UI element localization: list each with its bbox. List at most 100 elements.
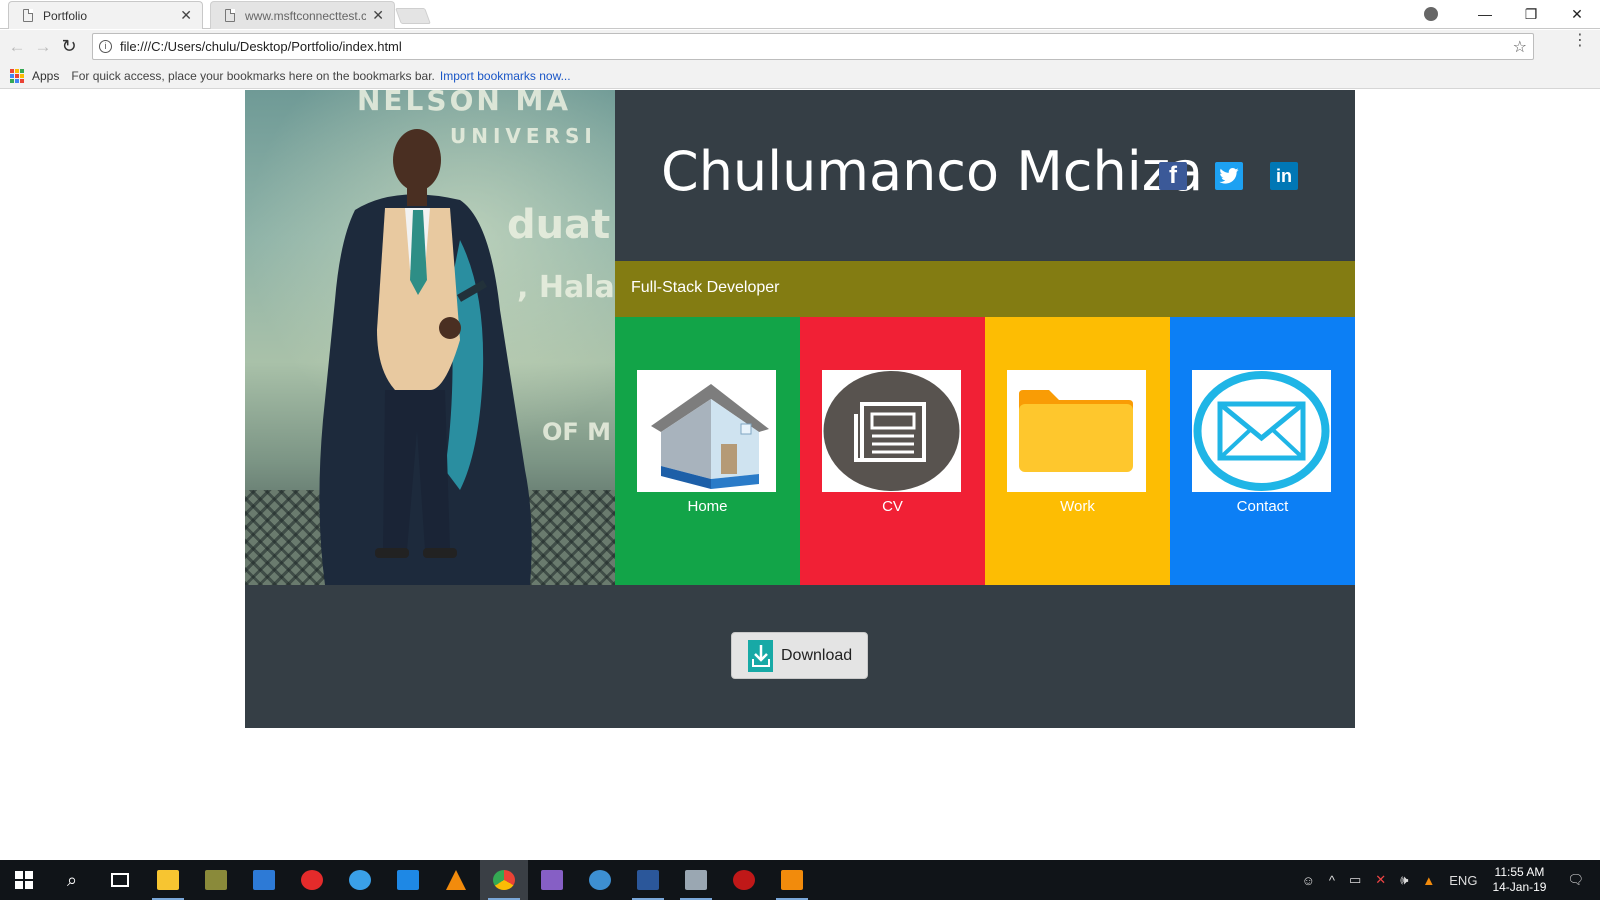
linkedin-icon[interactable]: in [1270, 162, 1298, 190]
back-arrow-icon[interactable]: ← [4, 37, 30, 57]
role-text: Full-Stack Developer [631, 279, 780, 296]
bookmark-star-icon[interactable]: ☆ [1513, 37, 1527, 57]
page-title: Chulumanco Mchiza [661, 140, 1204, 203]
taskbar-store[interactable] [240, 860, 288, 900]
close-tab-icon[interactable]: ✕ [180, 7, 192, 24]
profile-photo: NELSON MA UNIVERSI duat , Hala OF M [245, 90, 615, 585]
reload-icon[interactable]: ↻ [56, 36, 82, 57]
tile-work[interactable]: Work [985, 317, 1170, 585]
taskbar-tools[interactable] [192, 860, 240, 900]
tile-label-work: Work [1060, 498, 1095, 515]
address-bar[interactable]: i file:///C:/Users/chulu/Desktop/Portfol… [92, 33, 1534, 60]
bookmarks-hint: For quick access, place your bookmarks h… [71, 68, 435, 83]
tile-label-home: Home [687, 498, 728, 515]
download-button[interactable]: Download [731, 632, 868, 679]
url-text[interactable]: file:///C:/Users/chulu/Desktop/Portfolio… [120, 39, 1513, 54]
window-icon [685, 870, 707, 890]
page-icon [23, 9, 33, 22]
apps-link[interactable]: Apps [32, 69, 59, 83]
header-area: Chulumanco Mchiza f in [615, 90, 1355, 261]
taskbar-word[interactable] [624, 860, 672, 900]
task-view-button[interactable] [96, 860, 144, 900]
notifications-icon[interactable]: 🗨 [1567, 872, 1584, 888]
tile-icon-frame [822, 370, 961, 492]
tile-icon-frame [1007, 370, 1146, 492]
close-window-button[interactable]: ✕ [1554, 6, 1600, 23]
page-icon [225, 9, 235, 22]
download-icon [748, 639, 773, 672]
envelope-icon [1193, 371, 1330, 491]
nav-tiles: Home CV Work Contact [615, 317, 1355, 585]
taskbar-app-window[interactable] [672, 860, 720, 900]
taskbar-file-explorer[interactable] [144, 860, 192, 900]
windows-logo-icon [15, 871, 33, 889]
bookmarks-bar: Apps For quick access, place your bookma… [0, 63, 1600, 89]
task-view-icon [111, 873, 129, 887]
taskbar-app-bolt[interactable] [576, 860, 624, 900]
window-controls: — ❐ ✕ [1424, 0, 1600, 28]
tile-home[interactable]: Home [615, 317, 800, 585]
tab-portfolio[interactable]: Portfolio ✕ [8, 1, 203, 29]
graduate-figure [319, 129, 532, 585]
new-tab-button[interactable] [395, 8, 431, 24]
taskbar-app-fm[interactable] [720, 860, 768, 900]
tab-strip: Portfolio ✕ www.msftconnecttest.co ✕ — ❐… [0, 0, 1600, 29]
minimize-button[interactable]: — [1462, 6, 1508, 22]
volume-icon[interactable]: 🕪 [1400, 872, 1408, 888]
tab-msftconnecttest[interactable]: www.msftconnecttest.co ✕ [210, 1, 395, 29]
profile-icon[interactable] [1424, 7, 1438, 21]
newspaper-icon [823, 371, 960, 491]
clock-time: 11:55 AM [1494, 865, 1545, 879]
tile-contact[interactable]: Contact [1170, 317, 1355, 585]
restore-button[interactable]: ❐ [1508, 6, 1554, 23]
taskbar-chrome[interactable] [480, 860, 528, 900]
sublime-icon [781, 870, 803, 890]
taskbar-app-sync[interactable] [384, 860, 432, 900]
tile-cv[interactable]: CV [800, 317, 985, 585]
taskbar-app-blue[interactable] [336, 860, 384, 900]
tile-icon-frame [1192, 370, 1331, 492]
clock-date: 14-Jan-19 [1492, 880, 1547, 894]
vlc-tray-icon[interactable]: ▲ [1422, 873, 1435, 888]
forward-arrow-icon[interactable]: → [30, 37, 56, 57]
portfolio-container: NELSON MA UNIVERSI duat , Hala OF M Chul… [245, 90, 1355, 728]
taskbar-visual-studio[interactable] [528, 860, 576, 900]
bolt-icon [589, 870, 611, 890]
close-tab-icon[interactable]: ✕ [372, 7, 384, 24]
taskbar-vlc[interactable] [432, 860, 480, 900]
role-bar: Full-Stack Developer [615, 261, 1355, 317]
apps-grid-icon[interactable] [10, 68, 24, 83]
search-button[interactable]: ⌕ [48, 860, 96, 900]
tile-icon-frame [637, 370, 776, 492]
people-icon[interactable]: ☺ [1302, 873, 1315, 888]
media-icon [301, 870, 323, 890]
search-icon: ⌕ [66, 869, 78, 890]
import-bookmarks-link[interactable]: Import bookmarks now... [440, 69, 571, 83]
facebook-icon[interactable]: f [1159, 162, 1187, 190]
chrome-icon [493, 870, 515, 890]
globe-icon [349, 870, 371, 890]
clock[interactable]: 11:55 AM 14-Jan-19 [1492, 865, 1546, 895]
tab-title: Portfolio [43, 8, 88, 23]
vlc-icon [446, 870, 466, 890]
info-icon[interactable]: i [99, 40, 112, 53]
file-explorer-icon [157, 870, 179, 890]
twitter-icon[interactable] [1215, 162, 1243, 190]
download-label: Download [781, 646, 853, 664]
start-button[interactable] [0, 860, 48, 900]
store-icon [253, 870, 275, 890]
tab-title: www.msftconnecttest.co [245, 8, 367, 23]
network-icon[interactable]: ✕ [1375, 872, 1386, 888]
folder-icon [1019, 390, 1133, 472]
tile-label-cv: CV [882, 498, 903, 515]
taskbar-app-red[interactable] [288, 860, 336, 900]
system-tray: ☺ ^ ▭ ✕ 🕪 ▲ ENG 11:55 AM 14-Jan-19 🗨 [1295, 860, 1600, 900]
windows-taskbar: ⌕ ☺ ^ ▭ ✕ 🕪 ▲ ENG 11:55 AM 14-Jan-19 🗨 [0, 860, 1600, 900]
house-icon [650, 383, 769, 489]
taskbar-sublime[interactable] [768, 860, 816, 900]
tile-label-contact: Contact [1236, 498, 1289, 515]
chevron-up-icon[interactable]: ^ [1329, 873, 1335, 888]
menu-kebab-icon[interactable]: ⋮ [1572, 33, 1588, 49]
language-indicator[interactable]: ENG [1449, 873, 1477, 888]
battery-icon[interactable]: ▭ [1349, 872, 1361, 888]
